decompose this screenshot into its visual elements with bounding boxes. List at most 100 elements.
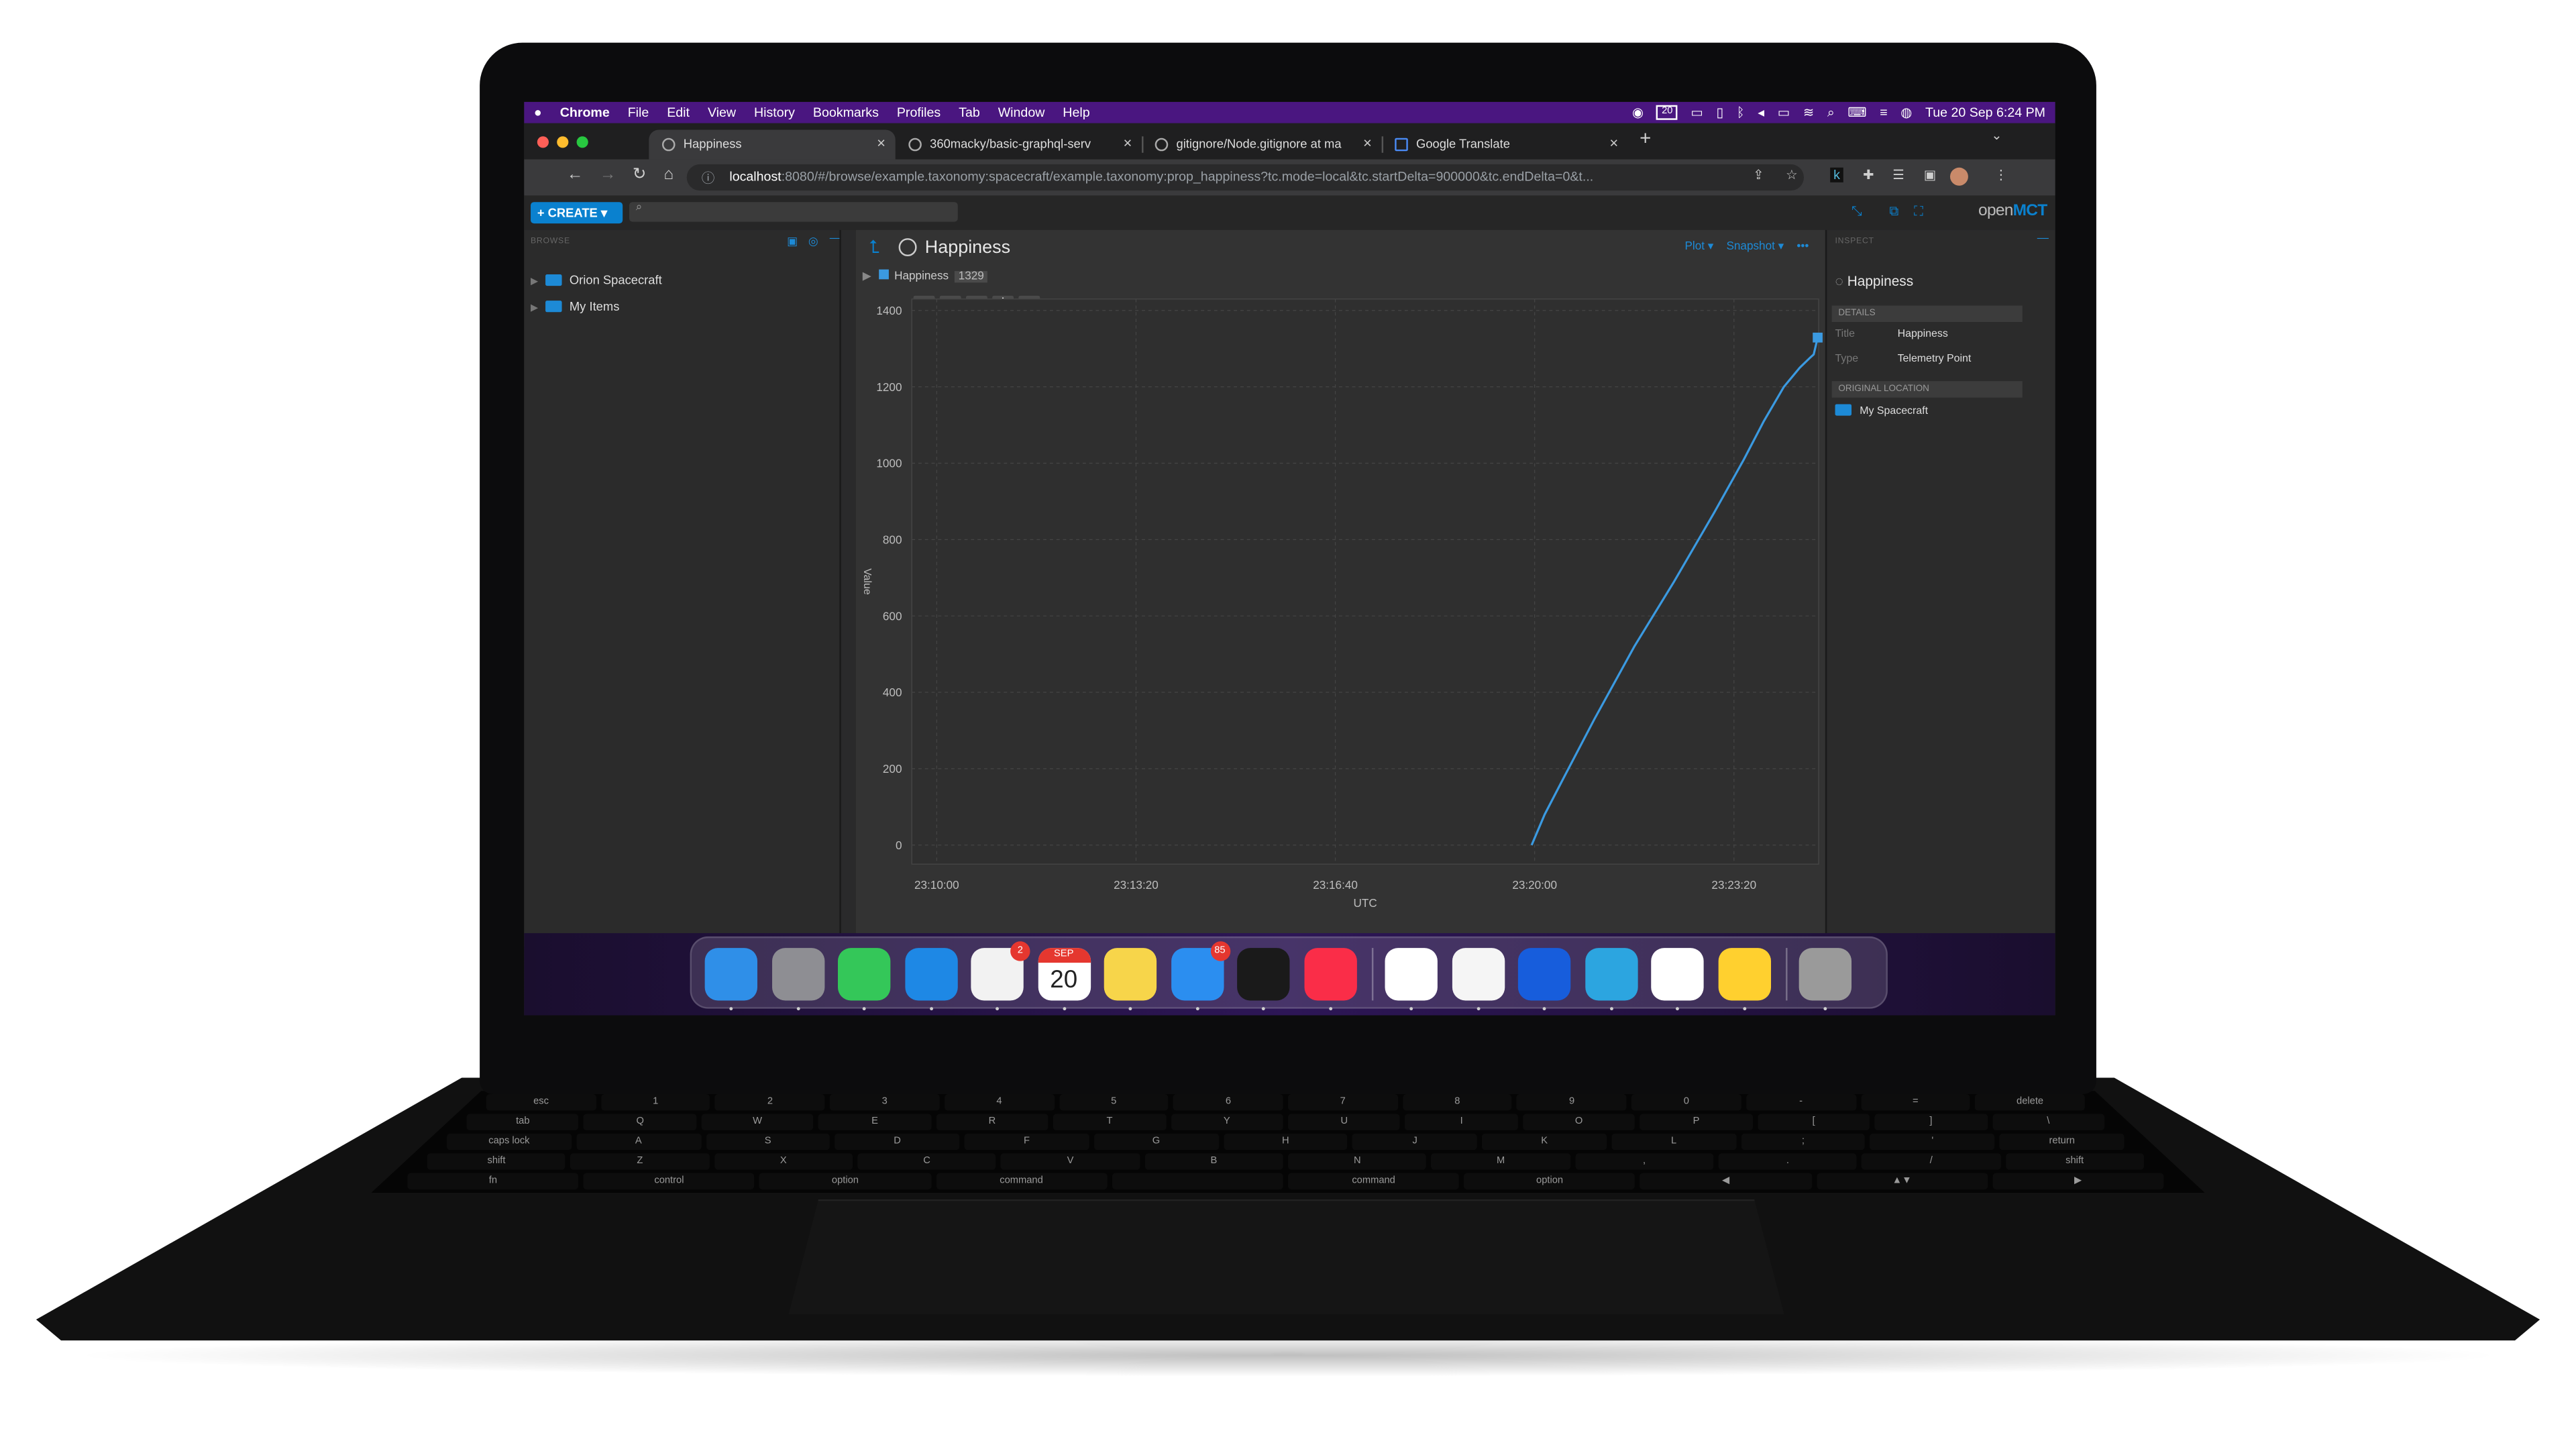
openmct-header: + CREATE ▾ ⌕ ⤡ ⧉ ⛶ openMCT [524,195,2055,230]
home-icon[interactable]: ⌂ [663,166,674,184]
site-info-icon[interactable]: ⓘ [702,169,715,187]
reload-icon[interactable]: ↻ [633,166,647,184]
finder-icon[interactable] [704,948,757,1001]
new-tab-button[interactable]: + [1640,127,1651,150]
telegram-icon[interactable] [1585,948,1638,1001]
menu-window[interactable]: Window [998,105,1045,120]
app-menu[interactable]: Chrome [560,105,610,120]
profile-avatar[interactable] [1949,167,1968,186]
close-tab-icon[interactable]: × [1363,135,1372,151]
siri-icon[interactable]: ◍ [1900,105,1912,120]
fullscreen-icon[interactable]: ⛶ [1914,204,1923,220]
x-axis-label: UTC [1354,896,1377,910]
terminal-icon[interactable] [1237,948,1290,1001]
happiness-plot[interactable]: 0 200 400 600 800 1000 1200 1400 23:10:00 23:13:2… [856,230,1825,947]
tab-title: Happiness [683,136,742,152]
spotlight-search-icon[interactable]: ⌕ [1827,105,1835,121]
volume-icon[interactable]: ◂ [1758,105,1764,120]
bookmark-star-icon[interactable]: ☆ [1786,168,1798,182]
notes-icon[interactable] [1104,948,1157,1001]
reading-list-icon[interactable]: ☰ [1892,168,1904,182]
pane-splitter[interactable] [1825,229,1827,947]
close-tab-icon[interactable]: × [1609,135,1618,151]
inspect-header: INSPECT [1835,236,1874,247]
display-icon[interactable]: ▭ [1690,105,1703,120]
close-tab-icon[interactable]: × [1123,135,1132,151]
tree-item-orion-spacecraft[interactable]: ▶ Orion Spacecraft [531,273,662,288]
messages-icon[interactable] [837,948,891,1001]
folder-icon [545,301,561,313]
music-icon[interactable] [1303,948,1356,1001]
keyboard-row: caps lock A S D F G H J K L; ' return [371,1133,2204,1153]
new-window-icon[interactable]: ⧉ [1889,204,1898,220]
tab-graphql[interactable]: 360macky/basic-graphql-serv × [896,129,1142,159]
close-tab-icon[interactable]: × [877,135,885,151]
safari-icon[interactable] [904,948,957,1001]
status-count-badge[interactable]: 20 [1656,105,1678,120]
tab-title: Google Translate [1416,136,1510,152]
keyboard-key: command [1288,1173,1460,1190]
menu-history[interactable]: History [754,105,795,120]
original-location-header: ORIGINAL LOCATION [1831,381,2023,398]
minimize-window-button[interactable] [557,136,569,148]
miro-icon[interactable] [1717,948,1770,1001]
collapse-pane-icon[interactable]: — [2037,233,2049,245]
search-input[interactable]: ⌕ [629,202,958,222]
expand-arrow-icon[interactable]: ▶ [531,278,538,288]
extensions-puzzle-icon[interactable]: ✚ [1863,168,1874,182]
series-last-point [1813,332,1823,343]
tab-happiness[interactable]: Happiness × [649,129,896,160]
new-folder-icon[interactable]: ▣ [787,235,798,248]
apple-menu-icon[interactable]: ● [534,105,542,120]
browse-header: BROWSE [531,236,570,247]
trash-icon[interactable] [1799,948,1852,1001]
forward-arrow-icon[interactable]: → [600,166,616,184]
vscode-icon[interactable] [1451,948,1505,1001]
close-window-button[interactable] [537,136,549,148]
menu-file[interactable]: File [628,105,649,120]
side-panel-icon[interactable]: ▣ [1924,168,1937,182]
telemetry-icon: ◌ [1835,272,1843,290]
tab-search-chevron-icon[interactable]: ⌄ [1991,128,2002,143]
y-tick-label: 0 [896,839,902,852]
control-center-icon[interactable]: ≡ [1880,105,1887,120]
tab-google-translate[interactable]: Google Translate × [1382,129,1628,159]
address-input[interactable]: ⓘ localhost:8080/#/browse/example.taxono… [686,164,1805,191]
locate-icon[interactable]: ◎ [808,235,818,248]
collapse-icon[interactable]: ⤡ [1851,204,1862,220]
bluetooth-icon[interactable]: ᛒ [1737,105,1745,120]
back-arrow-icon[interactable]: ← [567,166,583,184]
folder-icon [545,274,561,286]
browser-menu-icon[interactable]: ⋮ [1994,168,2008,182]
calendar-icon[interactable]: SEP 20 [1037,948,1090,1001]
menu-bookmarks[interactable]: Bookmarks [813,105,879,120]
chrome-icon[interactable] [1385,948,1438,1001]
notion-icon[interactable] [1651,948,1704,1001]
x-tick-label: 23:10:00 [914,878,959,892]
keyboard-icon[interactable]: ⌨ [1847,105,1866,120]
bitwarden-icon[interactable] [1517,948,1571,1001]
running-indicator [1261,1007,1265,1011]
tab-gitignore[interactable]: gitignore/Node.gitignore at ma × [1142,129,1382,159]
launchpad-icon[interactable] [771,948,824,1001]
status-icon[interactable]: ◉ [1632,105,1644,120]
keyboard-key: K [1482,1133,1607,1150]
battery-icon[interactable]: ▭ [1778,105,1790,120]
wifi-icon[interactable]: ≋ [1803,105,1814,120]
zoom-window-button[interactable] [576,136,588,148]
menu-help[interactable]: Help [1063,105,1089,120]
keyboard-key: J [1352,1133,1477,1150]
share-icon[interactable]: ⇪ [1753,168,1764,182]
expand-arrow-icon[interactable]: ▶ [531,304,538,314]
menu-tab[interactable]: Tab [959,105,980,120]
menu-profiles[interactable]: Profiles [897,105,941,120]
menu-edit[interactable]: Edit [667,105,690,120]
create-button[interactable]: + CREATE ▾ [531,202,623,224]
clock[interactable]: Tue 20 Sep 6:24 PM [1925,105,2045,120]
location-link[interactable]: My Spacecraft [1835,404,1928,417]
pane-splitter[interactable] [839,229,841,947]
menu-view[interactable]: View [708,105,736,120]
microphone-icon[interactable]: ▯ [1717,105,1724,120]
tree-item-my-items[interactable]: ▶ My Items [531,299,619,314]
extension-k-icon[interactable]: k [1830,167,1843,182]
